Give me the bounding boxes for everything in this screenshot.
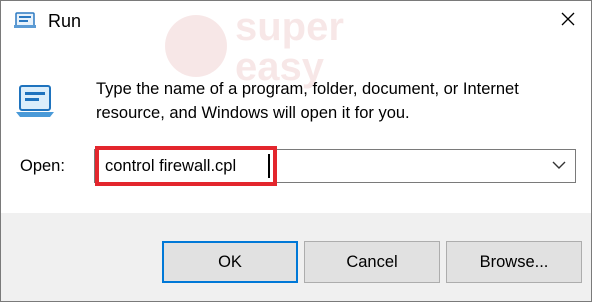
close-button[interactable]: [545, 1, 591, 41]
ok-button[interactable]: OK: [162, 241, 298, 283]
browse-button[interactable]: Browse...: [446, 241, 582, 283]
run-program-icon: [16, 84, 54, 118]
title-bar[interactable]: Run: [1, 1, 591, 41]
cancel-button[interactable]: Cancel: [304, 241, 440, 283]
run-icon: [14, 10, 36, 30]
window-title: Run: [48, 11, 82, 31]
close-icon: [560, 11, 576, 32]
open-dropdown-button[interactable]: [543, 150, 575, 182]
open-label: Open:: [20, 157, 65, 175]
run-description: Type the name of a program, folder, docu…: [96, 80, 519, 122]
open-input[interactable]: [95, 150, 535, 182]
text-caret: [268, 154, 270, 178]
open-combobox[interactable]: [94, 149, 576, 183]
run-dialog: Run super easy Type the name of a progra…: [0, 0, 592, 302]
chevron-down-icon: [552, 157, 566, 175]
